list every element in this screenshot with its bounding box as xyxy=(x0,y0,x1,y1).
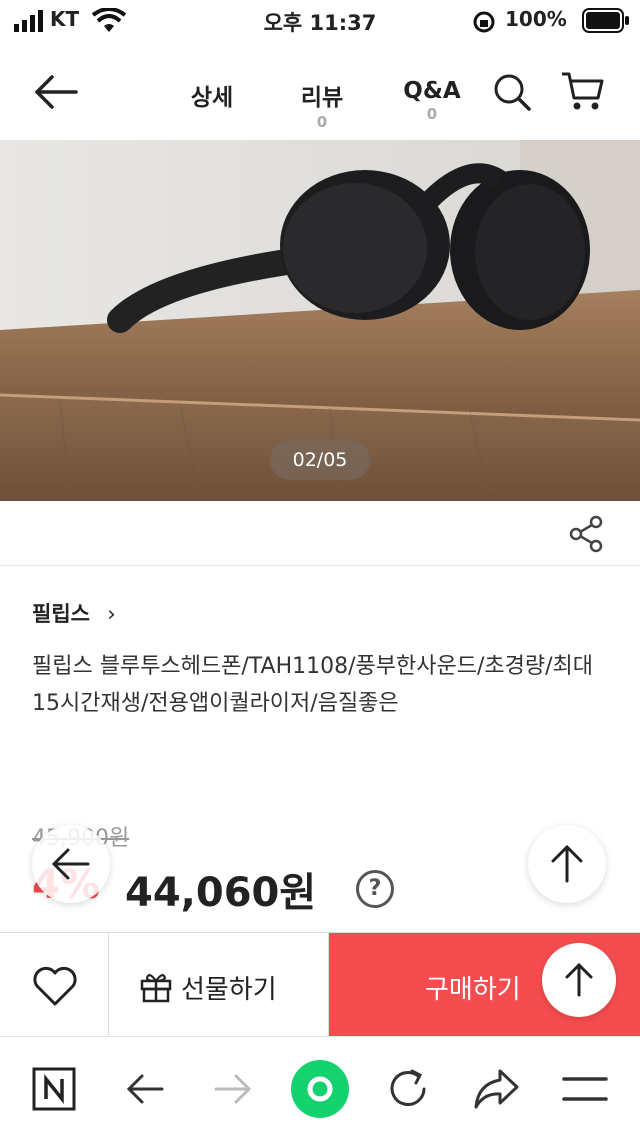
arrow-up-icon xyxy=(551,844,583,883)
search-icon[interactable] xyxy=(492,72,532,112)
battery-icon xyxy=(582,8,629,33)
tab-qna[interactable]: Q&A 0 xyxy=(398,78,466,123)
green-home-icon[interactable] xyxy=(290,1059,350,1119)
arrow-left-icon xyxy=(51,848,90,880)
status-bar: KT 오후 11:37 100% xyxy=(0,0,640,44)
wishlist-button[interactable] xyxy=(0,933,109,1037)
buy-label: 구매하기 xyxy=(425,975,521,1005)
heart-icon xyxy=(33,966,77,1006)
review-count: 0 xyxy=(316,113,328,131)
tab-detail[interactable]: 상세 xyxy=(182,78,242,112)
forward-share-icon[interactable] xyxy=(472,1067,520,1111)
battery-percent: 100% xyxy=(505,7,567,31)
gift-button[interactable]: 선물하기 xyxy=(109,933,329,1037)
back-arrow-icon[interactable] xyxy=(32,72,80,112)
price-help-icon[interactable]: ? xyxy=(356,870,394,908)
image-pager: 02/05 xyxy=(270,440,370,480)
tab-label: Q&A xyxy=(403,78,461,104)
brand-label: 필립스 xyxy=(32,602,90,626)
orientation-lock-icon xyxy=(473,11,495,33)
browser-toolbar xyxy=(0,1036,640,1137)
scroll-top-overlay-button[interactable] xyxy=(542,943,616,1017)
product-title: 필립스 블루투스헤드폰/TAH1108/풍부한사운드/초경량/최대15시간재생/… xyxy=(32,654,593,716)
share-row xyxy=(0,501,640,566)
brand-link[interactable]: 필립스 › xyxy=(32,598,116,628)
tab-label: 상세 xyxy=(190,85,234,111)
reload-icon[interactable] xyxy=(384,1065,432,1113)
naver-n-icon[interactable] xyxy=(32,1067,76,1111)
sale-price: 44,060원 xyxy=(125,870,317,916)
tab-review[interactable]: 리뷰 0 xyxy=(292,78,352,131)
top-header: 상세 리뷰 0 Q&A 0 xyxy=(0,44,640,141)
share-icon[interactable] xyxy=(568,515,606,553)
cart-icon[interactable] xyxy=(560,70,606,112)
prev-page-button[interactable] xyxy=(32,825,110,903)
menu-icon[interactable] xyxy=(562,1075,608,1103)
chevron-right-icon: › xyxy=(107,602,116,626)
browser-forward-icon[interactable] xyxy=(212,1069,254,1109)
gift-icon xyxy=(140,974,172,1003)
buy-button[interactable]: 구매하기 xyxy=(329,933,640,1037)
purchase-bar: 선물하기 구매하기 xyxy=(0,932,640,1037)
gift-label: 선물하기 xyxy=(181,975,277,1005)
qna-count: 0 xyxy=(426,105,438,123)
scroll-top-button[interactable] xyxy=(528,825,606,903)
browser-back-icon[interactable] xyxy=(124,1069,166,1109)
tab-label: 리뷰 xyxy=(300,85,344,111)
arrow-up-icon xyxy=(565,962,593,997)
